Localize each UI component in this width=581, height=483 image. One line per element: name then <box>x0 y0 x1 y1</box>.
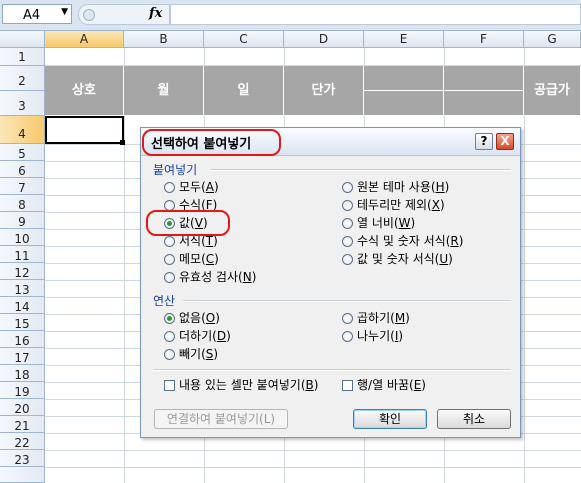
cancel-button[interactable]: 취소 <box>437 409 511 429</box>
paste-special-dialog: 선택하여 붙여넣기 ? X 붙여넣기 모두(A) 수식(F) 값(V) 서식(T… <box>140 127 521 438</box>
row-header-16[interactable]: 16 <box>0 331 45 348</box>
operation-group-label: 연산 <box>153 294 176 308</box>
radio-icon[interactable] <box>164 272 175 283</box>
ok-button[interactable]: 확인 <box>353 409 427 429</box>
title-highlight-annotation <box>142 129 281 156</box>
radio-icon[interactable] <box>164 254 175 265</box>
radio-icon[interactable] <box>342 218 353 229</box>
paste-group-label: 붙여넣기 <box>153 163 198 177</box>
column-header-g[interactable]: G <box>524 31 581 48</box>
header-cell-day[interactable]: 일 <box>204 66 284 116</box>
radio-icon[interactable] <box>342 182 353 193</box>
row-header-18[interactable]: 18 <box>0 365 45 382</box>
insert-function-icon[interactable]: fx <box>149 6 162 21</box>
column-header-a[interactable]: A <box>45 31 124 48</box>
header-cell-e3[interactable] <box>364 91 444 116</box>
radio-icon[interactable] <box>342 236 353 247</box>
row-header-24[interactable] <box>0 467 45 483</box>
column-header-c[interactable]: C <box>204 31 284 48</box>
radio-selected-icon[interactable] <box>164 313 175 324</box>
header-cell-e2[interactable] <box>364 66 444 91</box>
radio-icon[interactable] <box>342 200 353 211</box>
row-header-6[interactable]: 6 <box>0 161 45 178</box>
fill-handle[interactable] <box>120 140 125 145</box>
formula-input[interactable] <box>170 4 581 25</box>
header-cell-unit-price[interactable]: 단가 <box>284 66 364 116</box>
transpose-checkbox[interactable]: 행/열 바꿈(E) <box>342 377 426 393</box>
operation-option-divide[interactable]: 나누기(I) <box>342 328 403 344</box>
operation-option-add[interactable]: 더하기(D) <box>164 328 231 344</box>
operation-option-multiply[interactable]: 곱하기(M) <box>342 310 410 326</box>
paste-option-comments[interactable]: 메모(C) <box>164 251 219 267</box>
row-header-1[interactable]: 1 <box>0 48 45 66</box>
row-header-23[interactable]: 23 <box>0 450 45 467</box>
chevron-down-icon[interactable]: ▼ <box>61 7 68 17</box>
row-header-13[interactable]: 13 <box>0 280 45 297</box>
paste-option-except-borders[interactable]: 테두리만 제외(X) <box>342 197 445 213</box>
radio-icon[interactable] <box>164 182 175 193</box>
row-header-10[interactable]: 10 <box>0 229 45 246</box>
checkbox-icon[interactable] <box>342 380 353 391</box>
active-cell-a4[interactable] <box>45 116 124 144</box>
paste-option-source-theme[interactable]: 원본 테마 사용(H) <box>342 179 449 195</box>
radio-icon[interactable] <box>342 254 353 265</box>
operation-group-divider <box>183 300 511 302</box>
operation-option-subtract[interactable]: 빼기(S) <box>164 346 218 362</box>
row-header-8[interactable]: 8 <box>0 195 45 212</box>
close-button[interactable]: X <box>496 133 514 150</box>
row-header-2[interactable]: 2 <box>0 66 45 91</box>
row-header-14[interactable]: 14 <box>0 297 45 314</box>
row-header-9[interactable]: 9 <box>0 212 45 229</box>
header-cell-f3[interactable] <box>444 91 524 116</box>
row-header-11[interactable]: 11 <box>0 246 45 263</box>
paste-option-validation[interactable]: 유효성 검사(N) <box>164 269 256 285</box>
column-header-f[interactable]: F <box>444 31 524 48</box>
name-box-value: A4 <box>23 8 41 23</box>
header-cell-supply-price[interactable]: 공급가 <box>524 66 581 116</box>
paste-group-divider <box>211 169 511 171</box>
formula-bar: A4 ▼ fx <box>0 0 581 31</box>
row-header-7[interactable]: 7 <box>0 178 45 195</box>
checkbox-icon[interactable] <box>164 380 175 391</box>
row-header-3[interactable]: 3 <box>0 91 45 116</box>
checkbox-divider <box>153 369 511 371</box>
header-cell-month[interactable]: 월 <box>124 66 204 116</box>
radio-icon[interactable] <box>164 349 175 360</box>
paste-option-values-number-formats[interactable]: 값 및 숫자 서식(U) <box>342 251 453 267</box>
radio-icon[interactable] <box>342 331 353 342</box>
radio-icon[interactable] <box>164 331 175 342</box>
help-button[interactable]: ? <box>475 133 493 150</box>
row-header-19[interactable]: 19 <box>0 382 45 399</box>
radio-icon[interactable] <box>342 313 353 324</box>
operation-option-none[interactable]: 없음(O) <box>164 310 220 326</box>
column-header-b[interactable]: B <box>124 31 204 48</box>
paste-option-all[interactable]: 모두(A) <box>164 179 219 195</box>
name-box[interactable]: A4 ▼ <box>2 4 72 24</box>
skip-blanks-checkbox[interactable]: 내용 있는 셀만 붙여넣기(B) <box>164 377 318 393</box>
header-cell-f2[interactable] <box>444 66 524 91</box>
column-header-e[interactable]: E <box>364 31 444 48</box>
radio-icon[interactable] <box>164 236 175 247</box>
select-all-corner[interactable] <box>0 31 45 48</box>
row-header-17[interactable]: 17 <box>0 348 45 365</box>
row-header-4[interactable]: 4 <box>0 116 45 144</box>
row-header-20[interactable]: 20 <box>0 399 45 416</box>
paste-option-formulas-number-formats[interactable]: 수식 및 숫자 서식(R) <box>342 233 463 249</box>
row-header-22[interactable]: 22 <box>0 433 45 450</box>
values-option-highlight-annotation <box>146 210 230 236</box>
formula-bar-resize-icon[interactable] <box>83 9 95 21</box>
column-header-d[interactable]: D <box>284 31 364 48</box>
row-header-5[interactable]: 5 <box>0 144 45 161</box>
paste-option-column-widths[interactable]: 열 너비(W) <box>342 215 415 231</box>
paste-link-button[interactable]: 연결하여 붙여넣기(L) <box>154 409 288 429</box>
header-cell-company[interactable]: 상호 <box>45 66 124 116</box>
row-header-12[interactable]: 12 <box>0 263 45 280</box>
formula-bar-controls: fx <box>78 4 170 25</box>
row-header-21[interactable]: 21 <box>0 416 45 433</box>
row-header-15[interactable]: 15 <box>0 314 45 331</box>
